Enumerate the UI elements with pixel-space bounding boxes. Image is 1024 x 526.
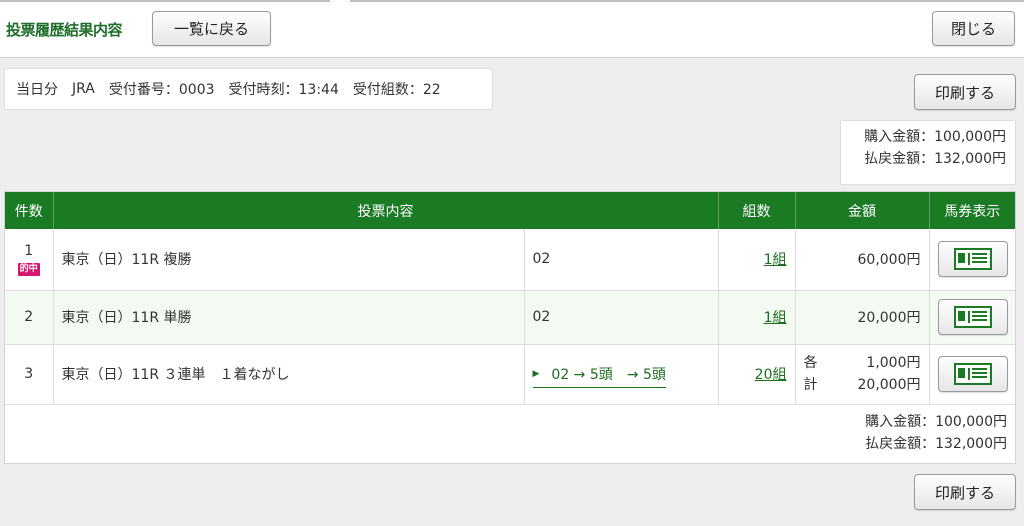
ticket-view-button[interactable] [937, 299, 1008, 335]
combination-text: 02 → 5頭 → 5頭 [551, 367, 666, 383]
info-org: JRA [72, 81, 95, 97]
amount-each-label: 各 [803, 355, 818, 371]
bet-amount: 20,000円 [795, 290, 930, 345]
ticket-icon [953, 248, 992, 271]
info-day: 当日分 [16, 82, 58, 98]
bet-amount: 60,000円 [795, 229, 930, 291]
table-row: 2 東京（日）11R 単勝 02 1組 20,000円 [5, 290, 1015, 345]
ticket-icon [953, 306, 992, 328]
table-amount-summary: 購入金額：100,000円 払戻金額：132,000円 [865, 411, 1007, 455]
combination-link[interactable]: ▶ 02 → 5頭 → 5頭 [532, 364, 666, 388]
table-row: 1 的中 東京（日）11R 複勝 02 1組 60,000円 [5, 229, 1015, 291]
payout-amount: 払戻金額：132,000円 [864, 151, 1006, 167]
header-amount: 金額 [795, 192, 930, 229]
print-button-bottom[interactable]: 印刷する [914, 474, 1016, 510]
header-bar: 投票履歴結果内容 一覧に戻る 閉じる [0, 0, 1024, 58]
receipt-info-box: 当日分 JRA 受付番号：0003 受付時刻：13:44 受付組数：22 [4, 68, 493, 110]
amount-total-label: 計 [803, 377, 818, 393]
page-title: 投票履歴結果内容 [6, 21, 123, 39]
multi-amount: 各 計 1,000円 20,000円 [804, 352, 921, 396]
selection: 02 [524, 229, 719, 291]
race-type: 東京（日）11R 単勝 [53, 290, 525, 345]
close-button[interactable]: 閉じる [932, 11, 1015, 46]
info-receipt-sets: 受付組数：22 [352, 82, 441, 98]
table-row: 3 東京（日）11R ３連単 １着ながし ▶ 02 → 5頭 → 5頭 20組 … [5, 344, 1015, 405]
ticket-icon [953, 363, 992, 385]
payout-amount: 払戻金額：132,000円 [865, 436, 1007, 452]
row-number: 1 [24, 242, 34, 259]
header-sets: 組数 [718, 192, 796, 229]
back-to-list-button[interactable]: 一覧に戻る [152, 11, 271, 46]
header-ticket-display: 馬券表示 [929, 192, 1015, 229]
race-type: 東京（日）11R ３連単 １着ながし [53, 344, 525, 405]
triangle-right-icon: ▶ [532, 369, 540, 379]
bets-table-container: 件数 投票内容 組数 金額 馬券表示 1 的中 東京（日）11R 複勝 02 1… [4, 191, 1016, 464]
info-receipt-no: 受付番号：0003 [108, 82, 215, 98]
selection: 02 [524, 290, 719, 345]
hit-badge: 的中 [17, 262, 40, 276]
amount-each: 1,000円 [866, 355, 921, 371]
info-receipt-time: 受付時刻：13:44 [228, 82, 339, 98]
header-divider [350, 0, 1024, 2]
purchase-amount: 購入金額：100,000円 [864, 129, 1006, 145]
ticket-view-button[interactable] [937, 356, 1008, 392]
print-button[interactable]: 印刷する [914, 74, 1016, 110]
header-bet-content: 投票内容 [53, 192, 719, 229]
sets-link[interactable]: 1組 [764, 252, 787, 268]
table-header-row: 件数 投票内容 組数 金額 馬券表示 [5, 192, 1015, 229]
header-count-no: 件数 [5, 192, 54, 229]
amount-total: 20,000円 [857, 377, 921, 393]
header-divider [0, 0, 330, 2]
ticket-view-button[interactable] [937, 241, 1008, 278]
row-number: 3 [5, 344, 54, 405]
amount-summary-box: 購入金額：100,000円 払戻金額：132,000円 [840, 120, 1016, 185]
row-number: 2 [5, 290, 54, 345]
purchase-amount: 購入金額：100,000円 [865, 414, 1007, 430]
sets-link[interactable]: 20組 [755, 367, 787, 383]
sets-link[interactable]: 1組 [764, 310, 787, 326]
bets-table: 件数 投票内容 組数 金額 馬券表示 1 的中 東京（日）11R 複勝 02 1… [5, 192, 1015, 405]
race-type: 東京（日）11R 複勝 [53, 229, 525, 291]
